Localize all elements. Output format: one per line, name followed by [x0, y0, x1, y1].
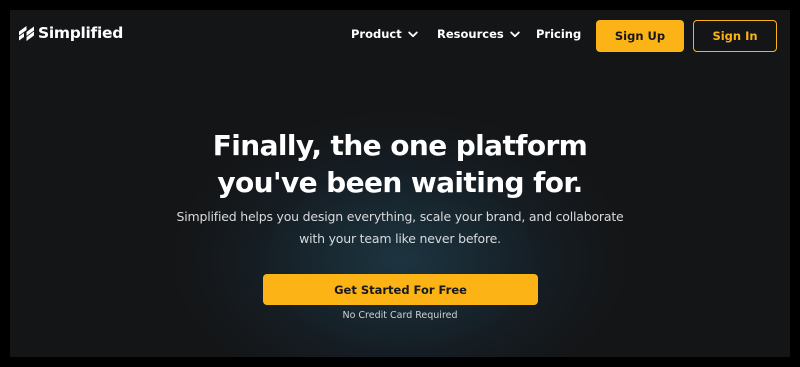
- logo[interactable]: Simplified: [18, 24, 123, 42]
- hero-subtext-line-2: with your team like never before.: [299, 231, 501, 246]
- no-credit-card-note: No Credit Card Required: [342, 310, 458, 321]
- nav-resources-label: Resources: [437, 27, 504, 41]
- logo-text: Simplified: [38, 24, 124, 42]
- get-started-button[interactable]: Get Started For Free: [263, 274, 538, 305]
- page-frame: Simplified Product Resources Pricing Sig…: [10, 10, 790, 357]
- hero-subtext-line-1: Simplified helps you design everything, …: [176, 209, 624, 224]
- chevron-down-icon: [510, 31, 520, 37]
- simplified-logo-icon: [18, 25, 35, 42]
- nav-pricing-label: Pricing: [536, 27, 582, 41]
- hero-headline: Finally, the one platform you've been wa…: [10, 127, 790, 201]
- nav-product-label: Product: [351, 27, 402, 41]
- hero-headline-line-1: Finally, the one platform: [212, 129, 588, 162]
- hero-subtext: Simplified helps you design everything, …: [10, 206, 790, 250]
- chevron-down-icon: [408, 31, 418, 37]
- nav-pricing[interactable]: Pricing: [536, 27, 581, 41]
- nav-product[interactable]: Product: [351, 27, 418, 41]
- hero-headline-line-2: you've been waiting for.: [217, 166, 583, 199]
- nav-resources[interactable]: Resources: [437, 27, 520, 41]
- sign-up-button[interactable]: Sign Up: [596, 20, 684, 52]
- sign-in-button[interactable]: Sign In: [693, 20, 777, 52]
